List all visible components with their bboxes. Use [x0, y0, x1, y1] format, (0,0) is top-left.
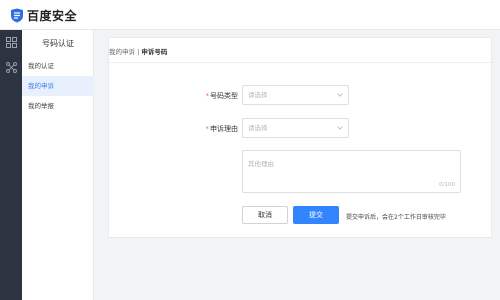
breadcrumb: 我的申诉 | 申诉号码 [109, 46, 167, 56]
grid-icon [5, 36, 17, 48]
number-type-select[interactable]: 请选择 [242, 85, 349, 105]
brand-logo[interactable]: 百度安全 [10, 7, 77, 23]
reason-placeholder: 请选择 [248, 124, 268, 132]
chevron-down-icon [337, 93, 343, 97]
reason-select[interactable]: 请选择 [242, 118, 349, 138]
rail-share-button[interactable] [0, 56, 22, 78]
subnav-item-my-reports[interactable]: 我的举报 [22, 96, 94, 116]
breadcrumb-current: 申诉号码 [141, 48, 168, 56]
reason-label: *申诉理由 [204, 124, 239, 134]
share-nodes-icon [5, 61, 17, 73]
subnav-item-my-certification[interactable]: 我的认证 [22, 56, 94, 76]
subnav-title: 号码认证 [42, 39, 74, 48]
number-type-label: *号码类型 [204, 91, 239, 101]
icon-rail [0, 30, 22, 300]
shield-logo-icon [11, 8, 23, 22]
required-mark: * [205, 125, 210, 133]
number-type-label-text: 号码类型 [210, 92, 238, 100]
other-reason-placeholder: 其他理由 [248, 160, 274, 168]
submit-hint: 提交申诉后，会在2个工作日审核完毕 [346, 214, 446, 221]
breadcrumb-parent[interactable]: 我的申诉 [109, 48, 135, 56]
rail-grid-button[interactable] [0, 31, 22, 53]
chevron-down-icon [337, 126, 343, 130]
submit-button[interactable]: 提交 [293, 206, 339, 224]
top-bar: 百度安全 [0, 0, 500, 30]
header-divider [109, 62, 493, 63]
appeal-form-card: 我的申诉 | 申诉号码 *号码类型 请选择 *申诉理由 请选择 其他理由 0/1… [108, 37, 493, 238]
required-mark: * [205, 92, 210, 100]
brand-name: 百度安全 [27, 8, 78, 23]
character-counter: 0/100 [439, 182, 455, 188]
cancel-button[interactable]: 取消 [242, 206, 288, 224]
number-type-placeholder: 请选择 [248, 91, 268, 99]
subnav-item-my-appeals[interactable]: 我的申诉 [22, 76, 94, 96]
sub-navigation: 号码认证 我的认证 我的申诉 我的举报 [22, 30, 94, 300]
other-reason-textarea[interactable]: 其他理由 0/100 [242, 150, 461, 193]
reason-label-text: 申诉理由 [210, 125, 238, 133]
